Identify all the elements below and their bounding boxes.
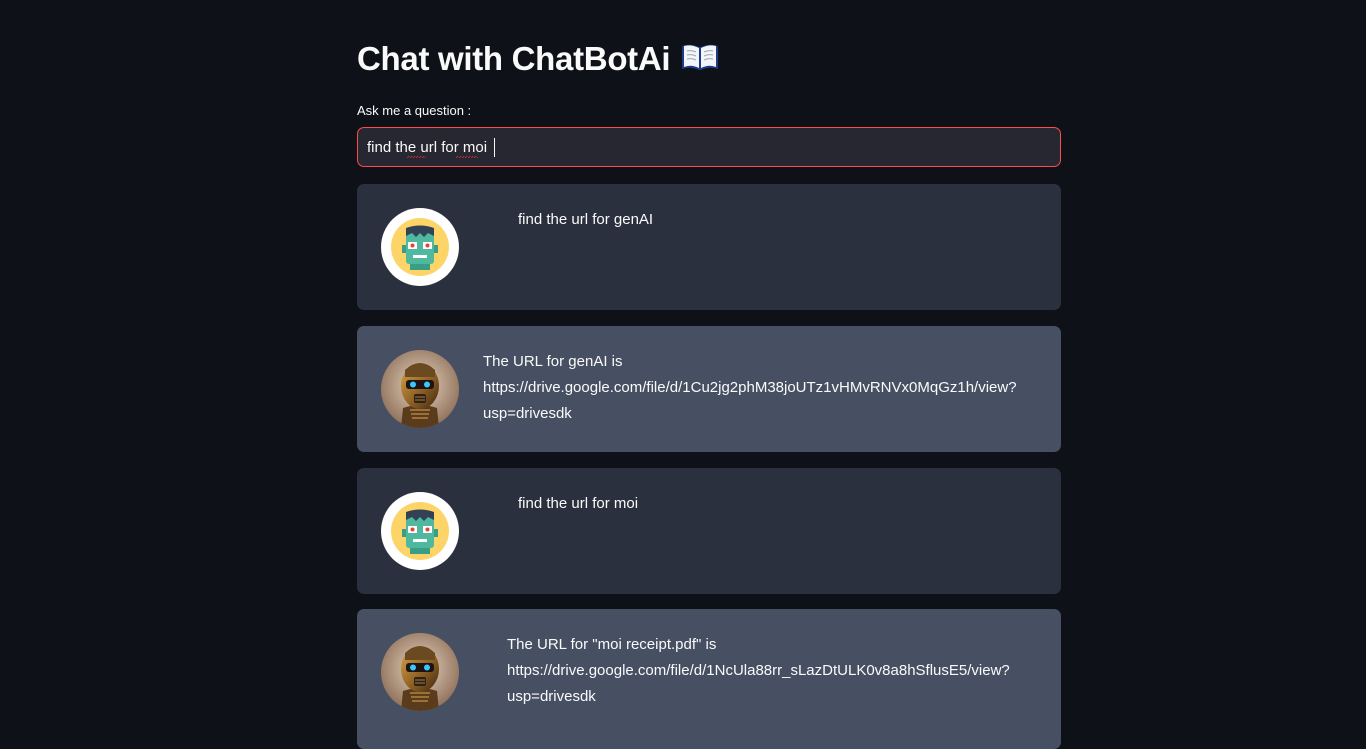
chat-message-text: find the url for moi — [518, 495, 639, 512]
question-input-label: Ask me a question : — [357, 103, 472, 118]
chat-message-text: The URL for genAI is https://drive.googl… — [483, 353, 1017, 422]
robot-monster-icon — [381, 208, 459, 286]
question-input-container[interactable] — [357, 127, 1061, 167]
page-title-text: Chat with ChatBotAi — [357, 40, 671, 77]
spellcheck-underline — [407, 156, 426, 158]
text-caret — [494, 138, 495, 157]
robot-monster-icon — [381, 492, 459, 570]
chat-message-user: find the url for moi — [357, 468, 1061, 594]
open-book-icon — [680, 41, 720, 81]
gold-robot-avatar — [381, 633, 459, 711]
spellcheck-underline — [456, 156, 478, 158]
chat-message-bot: The URL for "moi receipt.pdf" is https:/… — [357, 609, 1061, 749]
chat-message-user: find the url for genAI — [357, 184, 1061, 310]
chat-message-bot: The URL for genAI is https://drive.googl… — [357, 326, 1061, 452]
page-title: Chat with ChatBotAi — [357, 40, 720, 81]
gold-robot-avatar — [381, 350, 459, 428]
chat-message-text: find the url for genAI — [518, 211, 654, 228]
question-input[interactable] — [358, 128, 1060, 166]
chat-message-text: The URL for "moi receipt.pdf" is https:/… — [507, 636, 1010, 705]
